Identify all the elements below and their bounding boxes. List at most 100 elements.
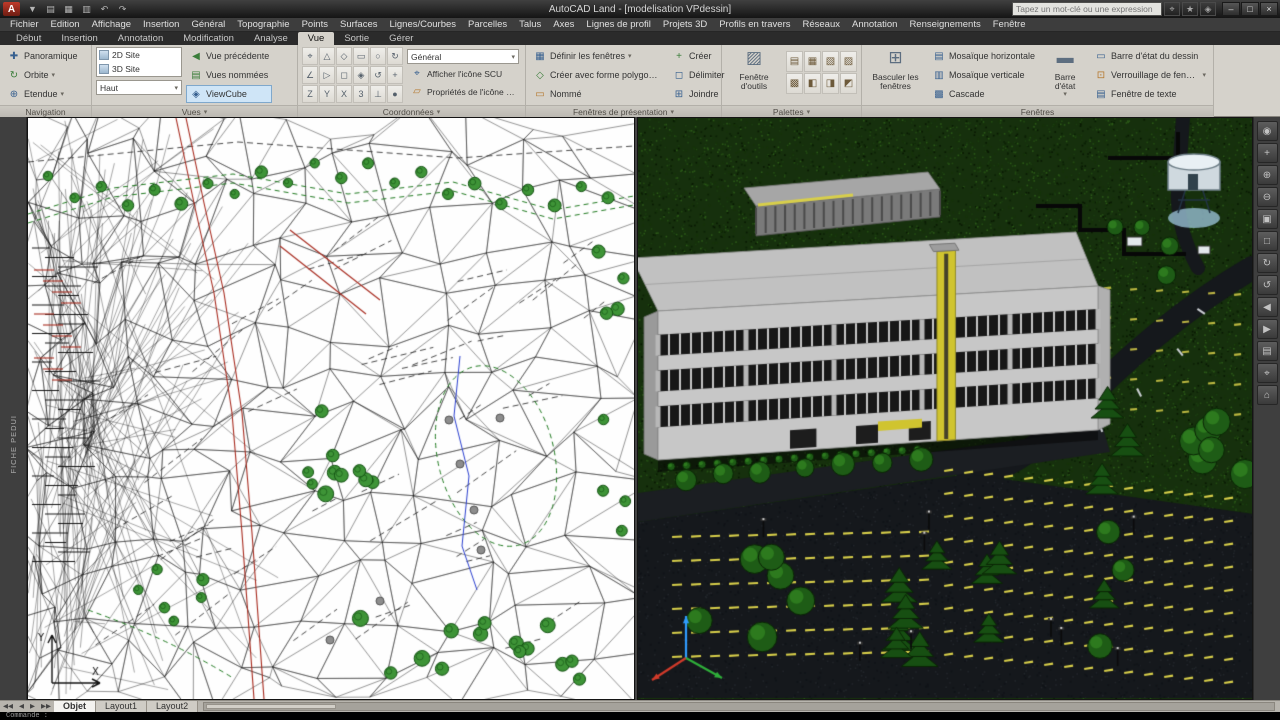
named-viewport-button[interactable]: ▭ Nommé — [530, 85, 665, 103]
ucs-tool-button[interactable]: ↺ — [370, 66, 386, 84]
ribbon-tab[interactable]: Vue — [297, 32, 335, 45]
ucs-tool-button[interactable]: Z — [302, 85, 318, 103]
app-logo-icon[interactable]: A — [3, 2, 20, 16]
walk-icon[interactable]: ⌂ — [1256, 385, 1278, 405]
ucs-tool-button[interactable]: X — [336, 85, 352, 103]
ucs-tool-button[interactable]: ○ — [370, 47, 386, 65]
previous-view-icon[interactable]: ◀ — [1256, 297, 1278, 317]
communication-center-icon[interactable]: ◈ — [1200, 2, 1216, 16]
orbit-button[interactable]: ↻ Orbite ▾ — [4, 66, 81, 84]
menu-item[interactable]: Lignes de profil — [580, 18, 656, 32]
tool-palettes-button[interactable]: ▨ Fenêtre d'outils — [726, 47, 782, 92]
next-view-icon[interactable]: ▶ — [1256, 319, 1278, 339]
named-views-button[interactable]: ▤ Vues nommées — [186, 66, 272, 84]
ribbon-tab[interactable]: Sortie — [334, 32, 379, 45]
palette-button[interactable]: ◧ — [804, 73, 821, 94]
menu-item[interactable]: Topographie — [231, 18, 295, 32]
show-ucs-icon-button[interactable]: ⌖ Afficher l'icône SCU — [407, 65, 519, 82]
ucs-tool-button[interactable]: ● — [387, 85, 403, 103]
ucs-tool-button[interactable]: ◻ — [336, 66, 352, 84]
menu-item[interactable]: Réseaux — [797, 18, 847, 32]
panel-caption-coordonnees[interactable]: Coordonnées ▾ — [298, 105, 525, 117]
panel-caption-vues[interactable]: Vues ▾ — [92, 105, 297, 117]
ucs-tool-button[interactable]: ◈ — [353, 66, 369, 84]
layout-tab[interactable]: Layout2 — [147, 701, 199, 712]
ucs-tool-button[interactable]: ∠ — [302, 66, 318, 84]
search-input[interactable] — [1013, 3, 1161, 15]
ribbon-tab[interactable]: Analyse — [244, 32, 298, 45]
ucs-tool-button[interactable]: ◇ — [336, 47, 352, 65]
viewport-config-item[interactable]: 3D Site — [97, 62, 181, 76]
text-window-button[interactable]: ▤ Fenêtre de texte — [1091, 85, 1209, 103]
menu-item[interactable]: Parcelles — [462, 18, 513, 32]
layout-tab-arrow[interactable]: ▶ — [27, 701, 38, 713]
palette-button[interactable]: ▩ — [786, 73, 803, 94]
menu-item[interactable]: Annotation — [846, 18, 903, 32]
menu-item[interactable]: Renseignements — [903, 18, 986, 32]
ucs-tool-button[interactable]: ⊥ — [370, 85, 386, 103]
ucs-tool-button[interactable]: △ — [319, 47, 335, 65]
ucs-icon[interactable]: ⌖ — [1256, 363, 1278, 383]
layout-tab-arrow[interactable]: ▶▶ — [38, 701, 54, 713]
close-button[interactable]: × — [1260, 2, 1278, 16]
menu-item[interactable]: Profils en travers — [713, 18, 796, 32]
ucs-tool-button[interactable]: ▭ — [353, 47, 369, 65]
palette-button[interactable]: ▦ — [804, 51, 821, 72]
menu-item[interactable]: Général — [185, 18, 231, 32]
menu-item[interactable]: Axes — [547, 18, 580, 32]
menu-item[interactable]: Fichier — [4, 18, 45, 32]
tile-horizontal-button[interactable]: ▤ Mosaïque horizontale — [929, 47, 1039, 65]
menu-item[interactable]: Affichage — [86, 18, 137, 32]
layout-tab[interactable]: Objet — [54, 701, 97, 712]
scrollbar-thumb[interactable] — [206, 704, 337, 709]
switch-windows-button[interactable]: ⊞ Basculer les fenêtres — [866, 47, 925, 92]
menu-item[interactable]: Lignes/Courbes — [383, 18, 462, 32]
ucs-tool-button[interactable]: ↻ — [387, 47, 403, 65]
layout-tab[interactable]: Layout1 — [96, 701, 148, 712]
ucs-tool-button[interactable]: + — [387, 66, 403, 84]
menu-item[interactable]: Projets 3D — [657, 18, 713, 32]
previous-view-button[interactable]: ◀ Vue précédente — [186, 47, 272, 65]
pan-button[interactable]: ✚ Panoramique — [4, 47, 81, 65]
status-bar-button[interactable]: ▬ Barre d'état ▾ — [1043, 47, 1087, 99]
panel-caption-fenetres-presentation[interactable]: Fenêtres de présentation ▾ — [526, 105, 721, 117]
ucs-named-select[interactable]: Général ▾ — [407, 49, 519, 64]
menu-item[interactable]: Points — [296, 18, 334, 32]
cascade-button[interactable]: ▩ Cascade — [929, 85, 1039, 103]
zoom-extents-button[interactable]: ⊕ Etendue ▾ — [4, 85, 81, 103]
ribbon-tab[interactable]: Gérer — [379, 32, 423, 45]
zoom-extents-icon[interactable]: □ — [1256, 231, 1278, 251]
open-icon[interactable]: ▤ — [42, 2, 59, 16]
create-viewport-button[interactable]: + Créer — [669, 47, 728, 65]
viewport-2d-plan[interactable] — [27, 117, 635, 700]
zoom-in-icon[interactable]: ⊕ — [1256, 165, 1278, 185]
drawing-status-bar-button[interactable]: ▭ Barre d'état du dessin — [1091, 47, 1209, 65]
ucs-tool-button[interactable]: ▷ — [319, 66, 335, 84]
app-menu-icon[interactable]: ▼ — [24, 2, 41, 16]
ribbon-tab[interactable]: Modification — [173, 32, 244, 45]
menu-item[interactable]: Surfaces — [334, 18, 384, 32]
define-viewports-button[interactable]: ▦ Définir les fenêtres ▾ — [530, 47, 665, 65]
restore-button[interactable]: □ — [1241, 2, 1259, 16]
palette-button[interactable]: ▧ — [822, 51, 839, 72]
palette-button[interactable]: ▤ — [786, 51, 803, 72]
tile-vertical-button[interactable]: ▥ Mosaïque verticale — [929, 66, 1039, 84]
viewport-3d-render[interactable] — [637, 117, 1253, 700]
viewport-config-item[interactable]: 2D Site — [97, 48, 181, 62]
favorites-icon[interactable]: ★ — [1182, 2, 1198, 16]
ucs-icon-properties-button[interactable]: ▱ Propriétés de l'icône SCU — [407, 83, 519, 100]
save-icon[interactable]: ▦ — [60, 2, 77, 16]
ribbon-tab[interactable]: Annotation — [108, 32, 173, 45]
ucs-tool-button[interactable]: 3 — [353, 85, 369, 103]
plot-icon[interactable]: ▥ — [78, 2, 95, 16]
join-viewport-button[interactable]: ⊞ Joindre — [669, 85, 728, 103]
palette-button[interactable]: ◩ — [840, 73, 857, 94]
ucs-tool-button[interactable]: Y — [319, 85, 335, 103]
polygonal-viewport-button[interactable]: ◇ Créer avec forme polygonale — [530, 66, 665, 84]
ucs-tool-button[interactable]: ⌖ — [302, 47, 318, 65]
layout-tab-arrow[interactable]: ◀◀ — [0, 701, 16, 713]
minimize-button[interactable]: – — [1222, 2, 1240, 16]
orbit-icon[interactable]: ↻ — [1256, 253, 1278, 273]
view-direction-select[interactable]: Haut ▾ — [96, 80, 182, 95]
clip-viewport-button[interactable]: ◻ Délimiter — [669, 66, 728, 84]
